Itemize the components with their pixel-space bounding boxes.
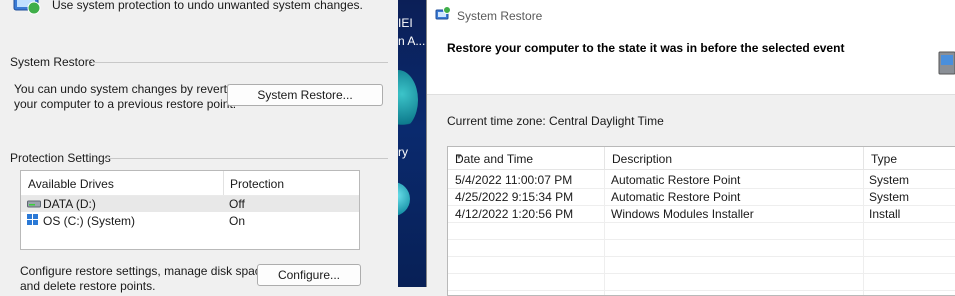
protection-settings-group-label: Protection Settings [10,151,111,165]
available-drives-list[interactable]: Available Drives Protection DATA (D:) Of… [20,170,360,250]
desktop-icon [398,182,410,216]
configure-description: Configure restore settings, manage disk … [20,264,271,293]
restore-point-description: Automatic Restore Point [611,173,741,187]
windows-drive-icon [27,214,38,225]
system-restore-group-label: System Restore [10,55,96,69]
column-grid-line [604,170,605,295]
timezone-label: Current time zone: Central Daylight Time [447,114,664,128]
desktop-background: IEI n A... ry [398,0,426,287]
empty-list-row [448,257,955,274]
restore-point-type: System [869,173,910,187]
column-header-type[interactable]: Type [864,147,955,170]
drive-icon [27,200,41,208]
empty-list-row [448,240,955,257]
column-grid-line [863,170,864,295]
empty-list-row [448,274,955,291]
restore-point-description: Automatic Restore Point [611,190,741,204]
desktop-label-fragment: ry [398,145,408,159]
column-header-description[interactable]: Description [605,147,864,170]
system-restore-large-icon [938,51,955,75]
restore-point-date: 4/12/2022 1:20:56 PM [455,207,574,221]
group-divider [104,158,388,159]
restore-point-date: 4/25/2022 9:15:34 PM [455,190,574,204]
column-header-protection[interactable]: Protection [230,177,284,191]
desktop-label-fragment: IEI [398,16,413,30]
restore-point-row[interactable]: 5/4/2022 11:00:07 PM Automatic Restore P… [448,172,955,189]
restore-points-list[interactable]: ▼ Date and Time Description Type 5/4/202… [447,146,955,296]
dialog-body: Current time zone: Central Daylight Time… [427,95,955,296]
drive-row-os[interactable]: OS (C:) (System) On [21,213,359,229]
column-header-date[interactable]: ▼ Date and Time [448,147,605,170]
empty-list-row [448,223,955,240]
restore-point-row[interactable]: 4/12/2022 1:20:56 PM Windows Modules Ins… [448,206,955,223]
configure-button[interactable]: Configure... [257,264,361,286]
dialog-heading: Restore your computer to the state it wa… [447,41,845,55]
drive-name: DATA (D:) [43,197,96,211]
system-protection-icon [13,0,41,15]
dialog-title-bar[interactable]: System Restore [427,0,955,32]
drive-protection-status: On [229,214,246,228]
restore-point-type: System [869,190,910,204]
restore-description: You can undo system changes by reverting… [14,82,244,111]
dialog-title: System Restore [457,9,543,23]
system-properties-pane: Use system protection to undo unwanted s… [0,0,398,293]
drive-name: OS (C:) (System) [43,214,135,228]
drive-row-data[interactable]: DATA (D:) Off [21,196,359,212]
desktop-icon [398,70,418,130]
restore-point-description: Windows Modules Installer [611,207,754,221]
restore-point-date: 5/4/2022 11:00:07 PM [455,173,573,187]
drive-protection-status: Off [229,197,245,211]
dialog-header-banner: Restore your computer to the state it wa… [427,32,955,95]
column-header-available-drives[interactable]: Available Drives [28,177,114,191]
intro-text: Use system protection to undo unwanted s… [52,0,363,12]
system-restore-dialog: System Restore Restore your computer to … [426,0,955,296]
drives-list-header: Available Drives Protection [21,171,359,196]
restore-point-row[interactable]: 4/25/2022 9:15:34 PM Automatic Restore P… [448,189,955,206]
desktop-label-fragment: n A... [398,34,426,48]
system-restore-icon [435,6,451,20]
group-divider [92,62,388,63]
system-restore-button[interactable]: System Restore... [227,84,383,106]
column-separator [223,171,224,195]
restore-point-type: Install [869,207,901,221]
